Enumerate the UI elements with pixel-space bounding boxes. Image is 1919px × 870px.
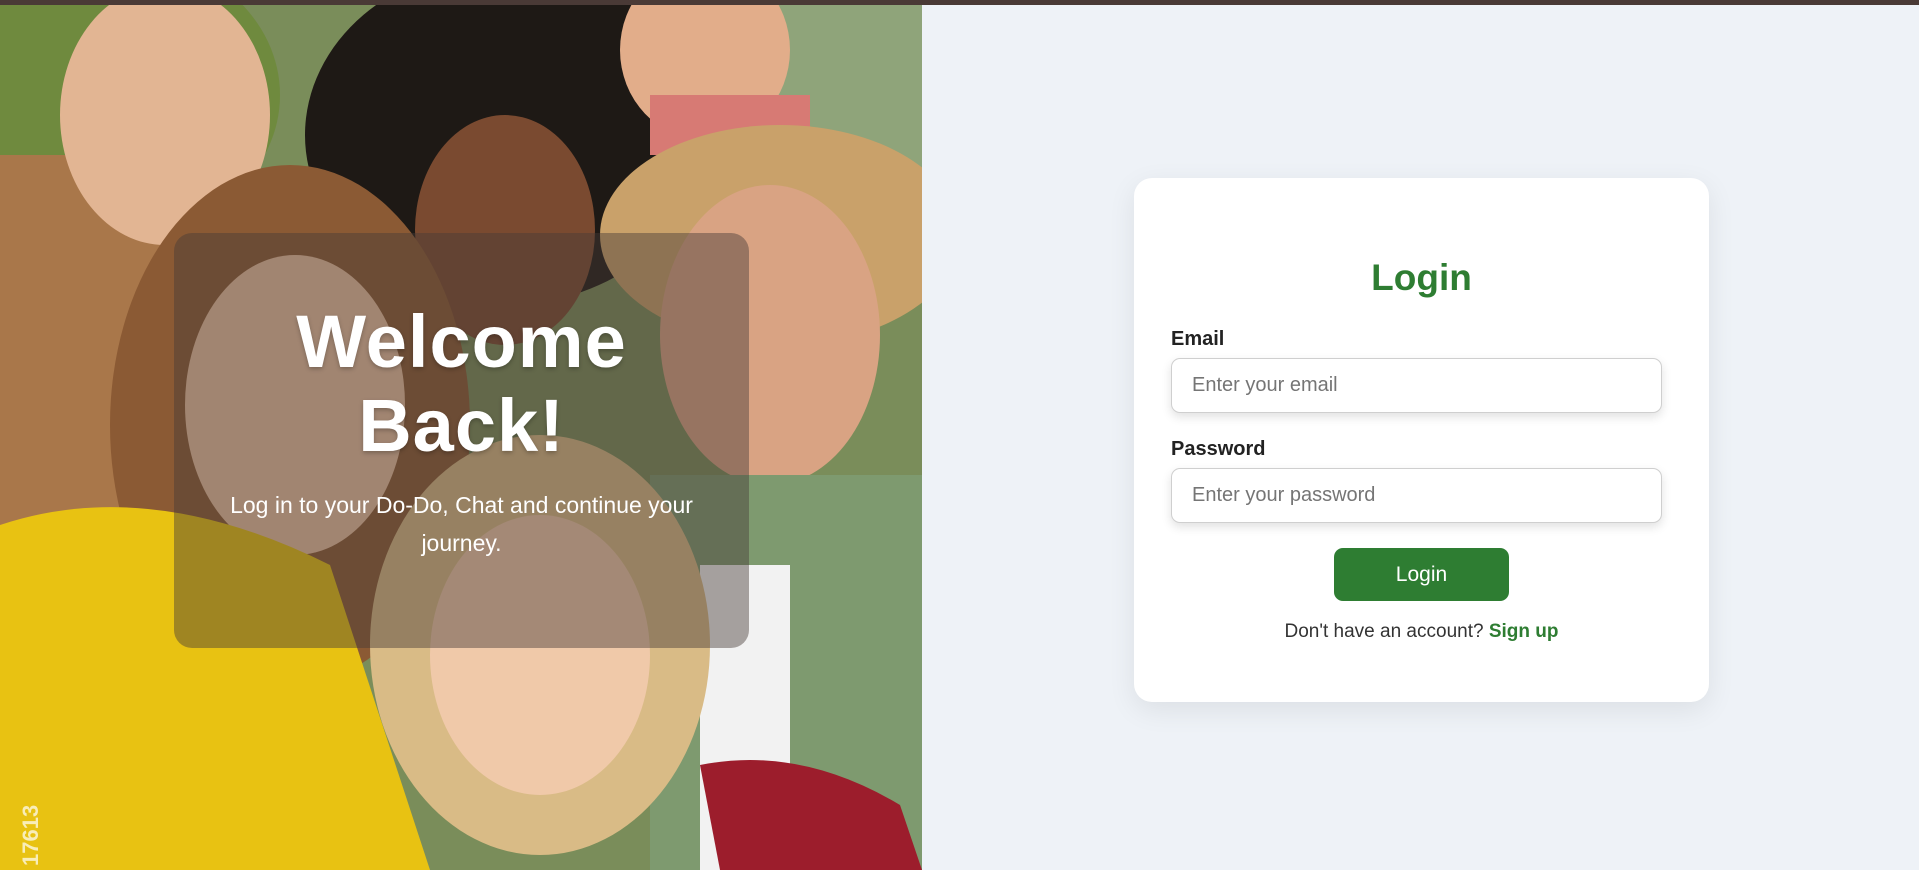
email-field[interactable] (1171, 358, 1662, 413)
signup-link[interactable]: Sign up (1489, 621, 1559, 642)
welcome-subtitle: Log in to your Do-Do, Chat and continue … (230, 491, 693, 556)
password-label: Password (1171, 438, 1266, 460)
email-label: Email (1171, 328, 1225, 350)
password-field[interactable] (1171, 468, 1662, 523)
login-card: Login Email Password Login Don't have an… (1134, 178, 1709, 702)
login-heading: Login (1371, 257, 1472, 298)
welcome-overlay-card: Welcome Back! Log in to your Do-Do, Chat… (174, 233, 749, 648)
login-button[interactable]: Login (1334, 548, 1509, 601)
hero-image-panel: Welcome Back! Log in to your Do-Do, Chat… (0, 5, 922, 870)
top-bar (0, 0, 1919, 5)
welcome-title: Welcome Back! (296, 299, 627, 467)
signup-prompt-text: Don't have an account? (1284, 621, 1484, 642)
signup-prompt-row: Don't have an account? Sign up (1171, 620, 1672, 644)
photo-watermark: 17613 (18, 804, 43, 866)
